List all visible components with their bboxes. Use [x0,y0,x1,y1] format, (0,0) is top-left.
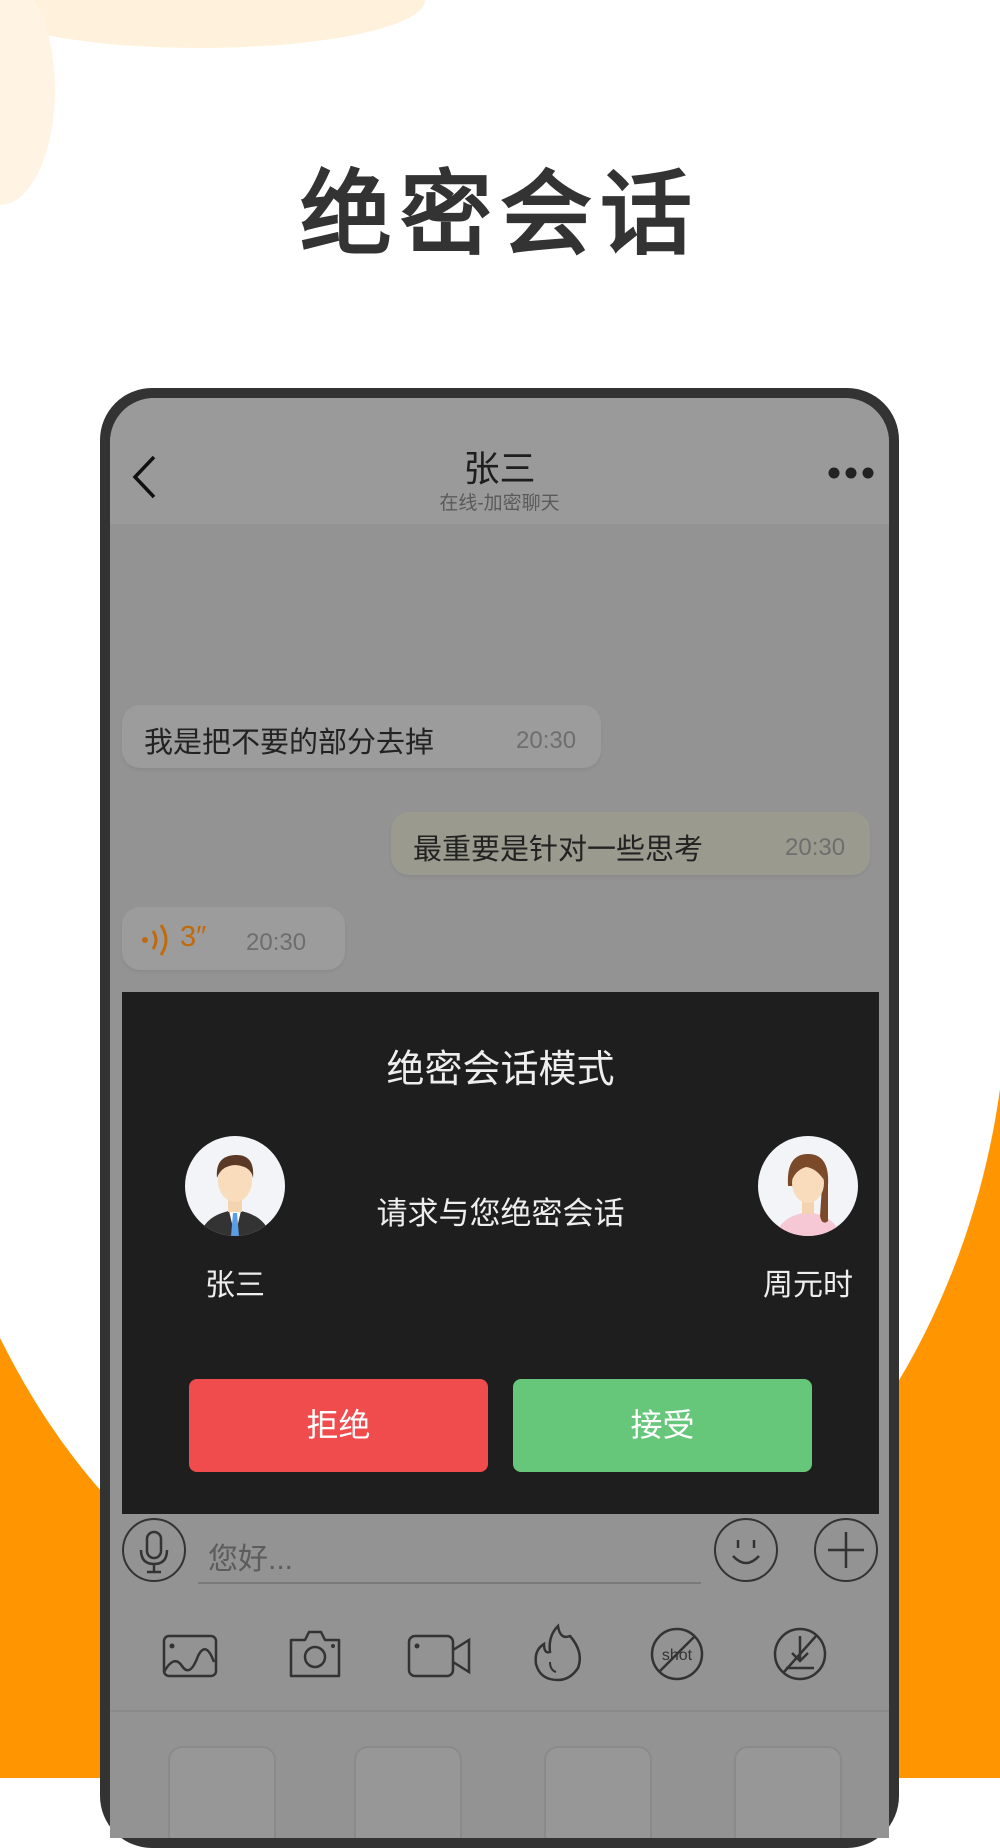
contact-name: 张三 [463,448,536,489]
divider [110,1710,889,1712]
accept-button[interactable]: 接受 [513,1379,812,1472]
female-avatar [758,1136,858,1236]
message-time: 20:30 [516,727,577,754]
no-screenshot-icon[interactable]: shot [649,1626,705,1682]
image-icon[interactable] [162,1632,218,1680]
burn-after-read-icon[interactable] [530,1622,586,1682]
dialog-title: 绝密会话模式 [386,1049,615,1091]
voice-input-button[interactable] [122,1518,186,1582]
plus-icon [828,1532,864,1568]
message-text: 我是把不要的部分去掉 [144,727,435,759]
message-time: 20:30 [246,929,307,956]
microphone-icon [139,1530,169,1574]
voice-message-bubble[interactable]: 3″ 20:30 [122,907,345,970]
phone-screen: 张三 在线-加密聊天 我是把不要的部分去掉 20:30 最重要是针对一些思考 2… [110,398,889,1838]
feature-tile[interactable] [544,1746,652,1838]
page-headline: 绝密会话 [299,164,700,266]
shot-label: shot [662,1647,693,1664]
video-icon[interactable] [407,1632,473,1680]
message-bubble[interactable]: 我是把不要的部分去掉 20:30 [122,705,601,768]
message-time: 20:30 [785,834,846,861]
feature-tile[interactable] [734,1746,842,1838]
callee-name: 周元时 [763,1269,853,1302]
voice-duration: 3″ [180,921,207,953]
voice-wave-icon [142,924,168,956]
plus-button[interactable] [814,1518,878,1582]
emoji-button[interactable] [714,1518,778,1582]
chat-header: 张三 在线-加密聊天 [110,398,889,524]
no-download-icon[interactable] [772,1626,828,1682]
feature-tile[interactable] [354,1746,462,1838]
feature-tile[interactable] [168,1746,276,1838]
message-input[interactable]: 您好... [198,1526,701,1584]
message-input-placeholder: 您好... [208,1543,294,1576]
message-bubble[interactable]: 最重要是针对一些思考 20:30 [391,812,870,875]
reject-button[interactable]: 拒绝 [189,1379,488,1472]
caller-name: 张三 [205,1269,265,1302]
chat-status: 在线-加密聊天 [439,493,560,514]
smiley-icon [732,1540,760,1565]
more-dots-icon[interactable] [828,466,874,480]
message-text: 最重要是针对一些思考 [413,834,704,866]
secret-chat-dialog: 绝密会话模式 张三 请求与您绝密会话 周元时 拒绝 接受 [122,992,879,1514]
camera-icon[interactable] [287,1626,343,1680]
